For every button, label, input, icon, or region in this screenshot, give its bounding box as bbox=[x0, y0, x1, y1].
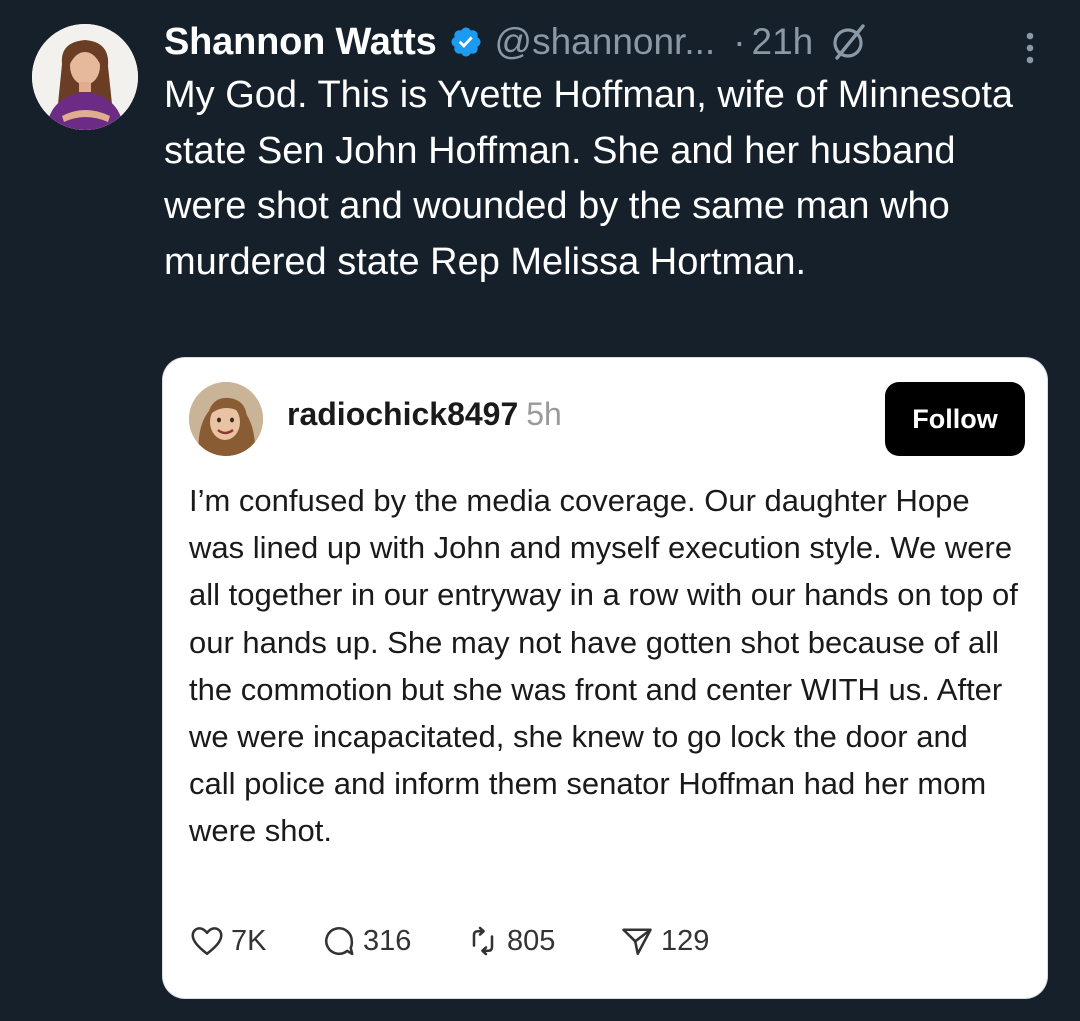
quoted-timestamp: 5h bbox=[526, 396, 562, 432]
heart-icon bbox=[191, 927, 223, 956]
author-display-name[interactable]: Shannon Watts bbox=[164, 21, 437, 64]
repost-count: 805 bbox=[507, 924, 556, 957]
share-count: 129 bbox=[661, 924, 710, 957]
tweet-container: Shannon Watts @shannonr... · 21h My God.… bbox=[0, 0, 1080, 1021]
like-action[interactable]: 7K bbox=[189, 918, 266, 964]
comment-icon bbox=[324, 927, 354, 956]
quoted-username[interactable]: radiochick8497 bbox=[287, 396, 518, 432]
reply-action[interactable]: 316 bbox=[321, 918, 411, 964]
repost-action[interactable]: 805 bbox=[465, 918, 555, 964]
separator-dot: · bbox=[733, 21, 746, 62]
more-options-icon[interactable] bbox=[1024, 30, 1036, 66]
grok-icon[interactable] bbox=[829, 22, 869, 62]
author-handle[interactable]: @shannonr... bbox=[495, 21, 716, 63]
send-icon bbox=[622, 928, 652, 956]
repost-icon bbox=[472, 926, 494, 956]
share-action[interactable]: 129 bbox=[619, 918, 709, 964]
follow-button[interactable]: Follow bbox=[885, 382, 1025, 456]
tweet-text: My God. This is Yvette Hoffman, wife of … bbox=[164, 74, 1014, 283]
tweet-timestamp[interactable]: 21h bbox=[752, 21, 814, 63]
quoted-action-bar: 7K 316 805 129 bbox=[189, 918, 1019, 964]
author-avatar[interactable] bbox=[32, 24, 138, 130]
like-count: 7K bbox=[231, 924, 267, 957]
quoted-author-avatar[interactable] bbox=[189, 382, 263, 456]
reply-count: 316 bbox=[363, 924, 412, 957]
verified-badge-icon bbox=[449, 25, 483, 59]
quoted-header: radiochick8497 5h bbox=[287, 396, 562, 433]
tweet-header: Shannon Watts @shannonr... · 21h bbox=[164, 14, 869, 70]
quoted-post-text: I’m confused by the media coverage. Our … bbox=[189, 483, 1018, 849]
quoted-post-card[interactable]: radiochick8497 5h Follow I’m confused by … bbox=[163, 358, 1047, 998]
